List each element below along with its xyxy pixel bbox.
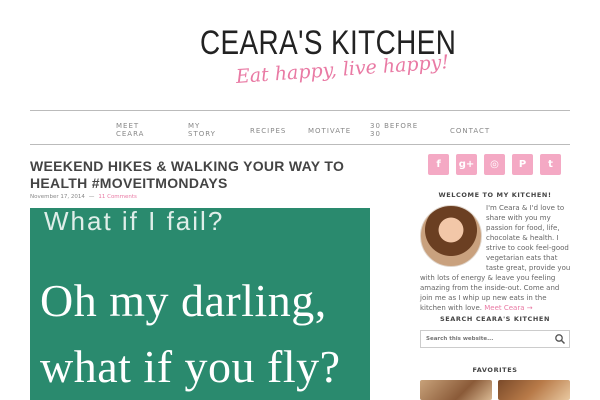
nav-item-label: CONTACT [450, 127, 491, 135]
welcome-text-part: I'm Ceara & I'd love to share with you m… [486, 204, 571, 272]
nav-item-label: RECIPES [250, 127, 287, 135]
meta-separator: — [88, 194, 95, 200]
site-logo-title[interactable]: CEARA'S KITCHEN [200, 24, 456, 63]
nav-item-label: CEARA [116, 130, 145, 138]
instagram-icon[interactable]: ◎ [484, 154, 505, 175]
favorites-widget-title: Favorites [472, 366, 518, 374]
site-header: CEARA'S KITCHEN Eat happy, live happy! [0, 0, 600, 110]
main-nav: MEET CEARA MY STORY RECIPES MOTIVATE 30 … [30, 110, 570, 145]
image-quote-line: What if I fail? [44, 208, 225, 236]
nav-item-30-before-30[interactable]: 30 BEFORE 30 [370, 122, 418, 138]
search-box [420, 330, 570, 348]
favorite-thumbnail[interactable] [420, 380, 492, 400]
twitter-icon[interactable]: t [540, 154, 561, 175]
search-icon[interactable] [554, 333, 566, 345]
facebook-icon[interactable]: f [428, 154, 449, 175]
nav-item-my-story[interactable]: MY STORY [188, 122, 216, 138]
image-quote-line: Oh my darling, [40, 275, 327, 326]
post-featured-image[interactable]: What if I fail? Oh my darling, what if y… [30, 208, 370, 400]
nav-item-label: STORY [188, 130, 216, 138]
nav-item-meet-ceara[interactable]: MEET CEARA [116, 122, 144, 138]
welcome-widget-title: Welcome to my Kitchen! [438, 191, 552, 199]
pinterest-icon[interactable]: P [512, 154, 533, 175]
nav-item-motivate[interactable]: MOTIVATE [308, 127, 351, 135]
social-icons: f g+ ◎ P t [428, 154, 562, 176]
meet-ceara-link[interactable]: Meet Ceara → [484, 304, 532, 312]
nav-item-label: MOTIVATE [308, 127, 352, 135]
nav-item-recipes[interactable]: RECIPES [250, 127, 286, 135]
nav-item-label: 30 [370, 130, 381, 138]
post-meta: November 17, 2014—11 Comments [30, 194, 137, 200]
google-plus-icon[interactable]: g+ [456, 154, 477, 175]
nav-item-label: MEET [116, 122, 140, 130]
nav-item-label: MY [188, 122, 201, 130]
post-date: November 17, 2014 [30, 194, 85, 200]
search-input[interactable] [421, 331, 551, 347]
post-title[interactable]: Weekend Hikes & Walking Your Way to Heal… [30, 158, 360, 192]
comments-link[interactable]: 11 Comments [98, 194, 137, 200]
welcome-text: I'm Ceara & I'd love to share with you m… [420, 203, 572, 313]
image-quote-line: what if you fly? [40, 341, 341, 392]
nav-item-label: 30 BEFORE [370, 122, 419, 130]
favorite-thumbnail[interactable] [498, 380, 570, 400]
search-widget-title: Search Ceara's Kitchen [439, 315, 551, 323]
nav-item-contact[interactable]: CONTACT [450, 127, 490, 135]
